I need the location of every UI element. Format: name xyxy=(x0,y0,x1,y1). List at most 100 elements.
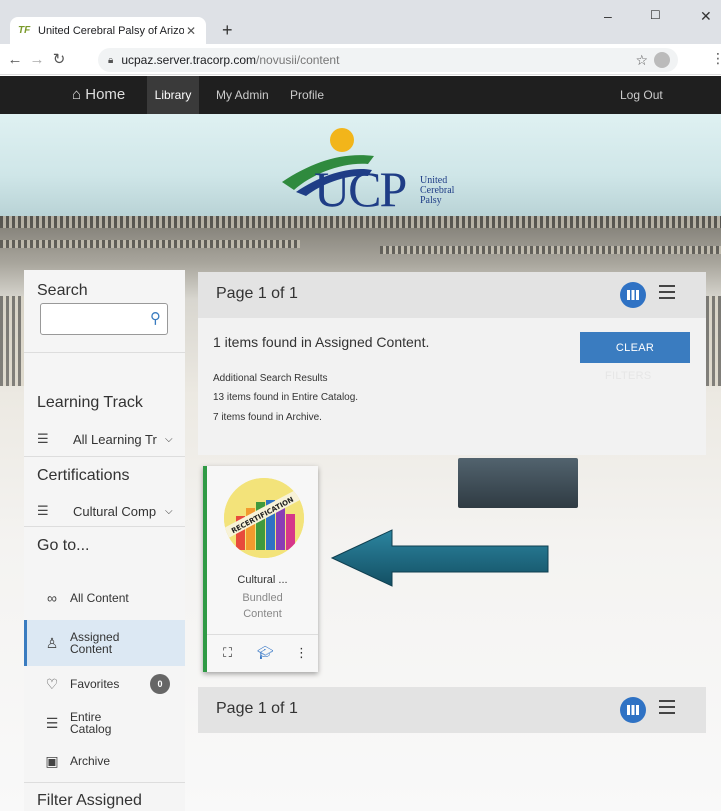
site-favicon: TF xyxy=(18,25,31,36)
sidebar-item-entire-catalog[interactable]: ☰ Entire Catalog xyxy=(24,706,185,740)
search-results-panel: 1 items found in Assigned Content. CLEAR… xyxy=(198,318,706,455)
learning-track-heading: Learning Track xyxy=(37,394,143,411)
back-icon[interactable]: ← xyxy=(4,51,26,68)
list-view-button[interactable] xyxy=(659,285,675,299)
home-icon: ⌂ xyxy=(72,86,82,103)
browser-tab[interactable]: TF United Cerebral Palsy of Arizona ✕ xyxy=(10,17,206,44)
card-title[interactable]: Cultural ... xyxy=(207,574,318,586)
divider xyxy=(24,526,185,527)
bookshelf-decoration xyxy=(0,240,300,248)
clear-filters-button[interactable]: CLEAR xyxy=(580,332,690,363)
card-type: Bundled Content xyxy=(207,590,318,622)
window-close-icon[interactable]: ✕ xyxy=(700,8,712,25)
raised-hands-image: RECERTIFICATION xyxy=(224,478,304,558)
certifications-select[interactable]: ☰ Cultural Comp ⌵ xyxy=(37,503,173,519)
logo-sub-3: Palsy xyxy=(420,195,442,206)
chevron-down-icon: ⌵ xyxy=(165,433,173,445)
bookshelf-decoration xyxy=(0,216,721,228)
url-input[interactable]: 🔒︎ ucpaz.server.tracorp.com/novusii/cont… xyxy=(98,48,678,72)
pointer-arrow-icon xyxy=(330,529,549,587)
goto-heading: Go to... xyxy=(37,537,90,554)
desk-decoration xyxy=(458,458,578,508)
sidebar-item-all-content[interactable]: ∞ All Content xyxy=(24,578,185,618)
archive-results-link[interactable]: 7 items found in Archive. xyxy=(213,412,322,423)
header-banner: UCP United Cerebral Palsy xyxy=(0,114,721,217)
additional-results-title: Additional Search Results xyxy=(213,373,328,384)
browser-profile-avatar[interactable] xyxy=(654,52,670,68)
divider xyxy=(24,782,185,783)
content-card[interactable]: RECERTIFICATION Cultural ... Bundled Con… xyxy=(203,466,318,672)
bookshelf-decoration xyxy=(0,296,24,386)
minimize-icon[interactable]: – xyxy=(604,8,612,24)
app-navbar: ⌂ Home Library My Admin Profile Log Out xyxy=(0,76,721,114)
logo-text: UCP xyxy=(314,161,407,217)
nav-profile[interactable]: Profile xyxy=(290,88,324,102)
more-options-icon[interactable]: ⋮ xyxy=(295,645,308,661)
sidebar-item-label: Entire Catalog xyxy=(70,710,112,736)
new-tab-icon[interactable]: + xyxy=(222,20,233,41)
page-indicator: Page 1 of 1 xyxy=(216,285,298,302)
divider xyxy=(24,352,185,353)
pager-top: Page 1 of 1 xyxy=(198,272,706,318)
nav-home[interactable]: ⌂ Home xyxy=(72,86,125,103)
bookshelf-decoration xyxy=(380,246,721,254)
sidebar: Search ⚲ Learning Track ☰ All Learning T… xyxy=(24,270,185,811)
sidebar-item-label: Favorites xyxy=(70,677,120,691)
sidebar-item-label: Assigned Content xyxy=(70,630,120,656)
divider xyxy=(24,456,185,457)
list-icon: ☰ xyxy=(45,714,59,731)
sidebar-item-assigned-content[interactable]: ♙ Assigned Content xyxy=(24,620,185,666)
sidebar-item-label: Archive xyxy=(70,754,111,768)
clear-filters-overflow-text: FILTERS xyxy=(605,370,652,382)
sidebar-item-label: All Content xyxy=(70,591,129,605)
ucp-logo: UCP United Cerebral Palsy xyxy=(272,122,472,217)
card-type-line2: Content xyxy=(243,608,282,620)
nav-logout[interactable]: Log Out xyxy=(620,88,663,102)
list-icon: ☰ xyxy=(37,503,49,518)
browser-menu-icon[interactable]: ⋮ xyxy=(711,50,721,67)
grid-view-button[interactable] xyxy=(620,697,646,723)
search-icon[interactable]: ⚲ xyxy=(150,309,161,327)
nav-home-label: Home xyxy=(85,86,126,103)
grid-icon xyxy=(627,290,639,300)
browser-tab-bar: TF United Cerebral Palsy of Arizona ✕ + … xyxy=(0,0,721,44)
nav-library[interactable]: Library xyxy=(147,76,199,114)
card-actions: ⛶ 🎓︎ ⋮ xyxy=(207,634,318,672)
url-path: /novusii/content xyxy=(256,53,340,67)
list-view-button[interactable] xyxy=(659,700,675,714)
infinity-icon: ∞ xyxy=(47,590,57,606)
results-count: 1 items found in Assigned Content. xyxy=(213,334,430,350)
learning-track-select[interactable]: ☰ All Learning Tr ⌵ xyxy=(37,431,173,447)
grid-view-button[interactable] xyxy=(620,282,646,308)
tab-title: United Cerebral Palsy of Arizona xyxy=(38,24,184,37)
certifications-heading: Certifications xyxy=(37,467,130,484)
url-host: ucpaz.server.tracorp.com xyxy=(121,53,257,67)
list-icon: ☰ xyxy=(37,431,49,446)
logo-subtext: United Cerebral Palsy xyxy=(420,176,454,206)
search-heading: Search xyxy=(37,282,88,299)
chevron-down-icon: ⌵ xyxy=(165,505,173,517)
expand-icon[interactable]: ⛶ xyxy=(223,645,232,661)
archive-icon: ▣ xyxy=(45,752,59,769)
filter-heading: Filter Assigned xyxy=(37,792,142,809)
reload-icon[interactable]: ↻ xyxy=(48,50,70,68)
card-thumbnail[interactable]: RECERTIFICATION xyxy=(224,478,304,558)
maximize-icon[interactable]: ☐ xyxy=(650,8,661,22)
grid-icon xyxy=(627,705,639,715)
favorites-count-badge: 0 xyxy=(150,674,170,694)
tab-close-icon[interactable]: ✕ xyxy=(184,24,198,38)
bookmark-star-icon[interactable]: ☆ xyxy=(635,52,648,69)
forward-icon[interactable]: → xyxy=(26,51,48,68)
lock-icon: 🔒︎ xyxy=(108,54,114,66)
user-icon: ♙ xyxy=(45,634,59,651)
nav-my-admin[interactable]: My Admin xyxy=(216,88,269,102)
bookshelf-decoration xyxy=(706,296,721,386)
search-input[interactable]: ⚲ xyxy=(40,303,168,335)
sidebar-item-archive[interactable]: ▣ Archive xyxy=(24,750,185,772)
catalog-results-link[interactable]: 13 items found in Entire Catalog. xyxy=(213,392,358,403)
pager-bottom: Page 1 of 1 xyxy=(198,687,706,733)
certifications-value: Cultural Comp xyxy=(73,503,157,519)
graduation-cap-icon[interactable]: 🎓︎ xyxy=(257,645,274,661)
learning-track-value: All Learning Tr xyxy=(73,431,157,447)
page-indicator: Page 1 of 1 xyxy=(216,700,298,717)
